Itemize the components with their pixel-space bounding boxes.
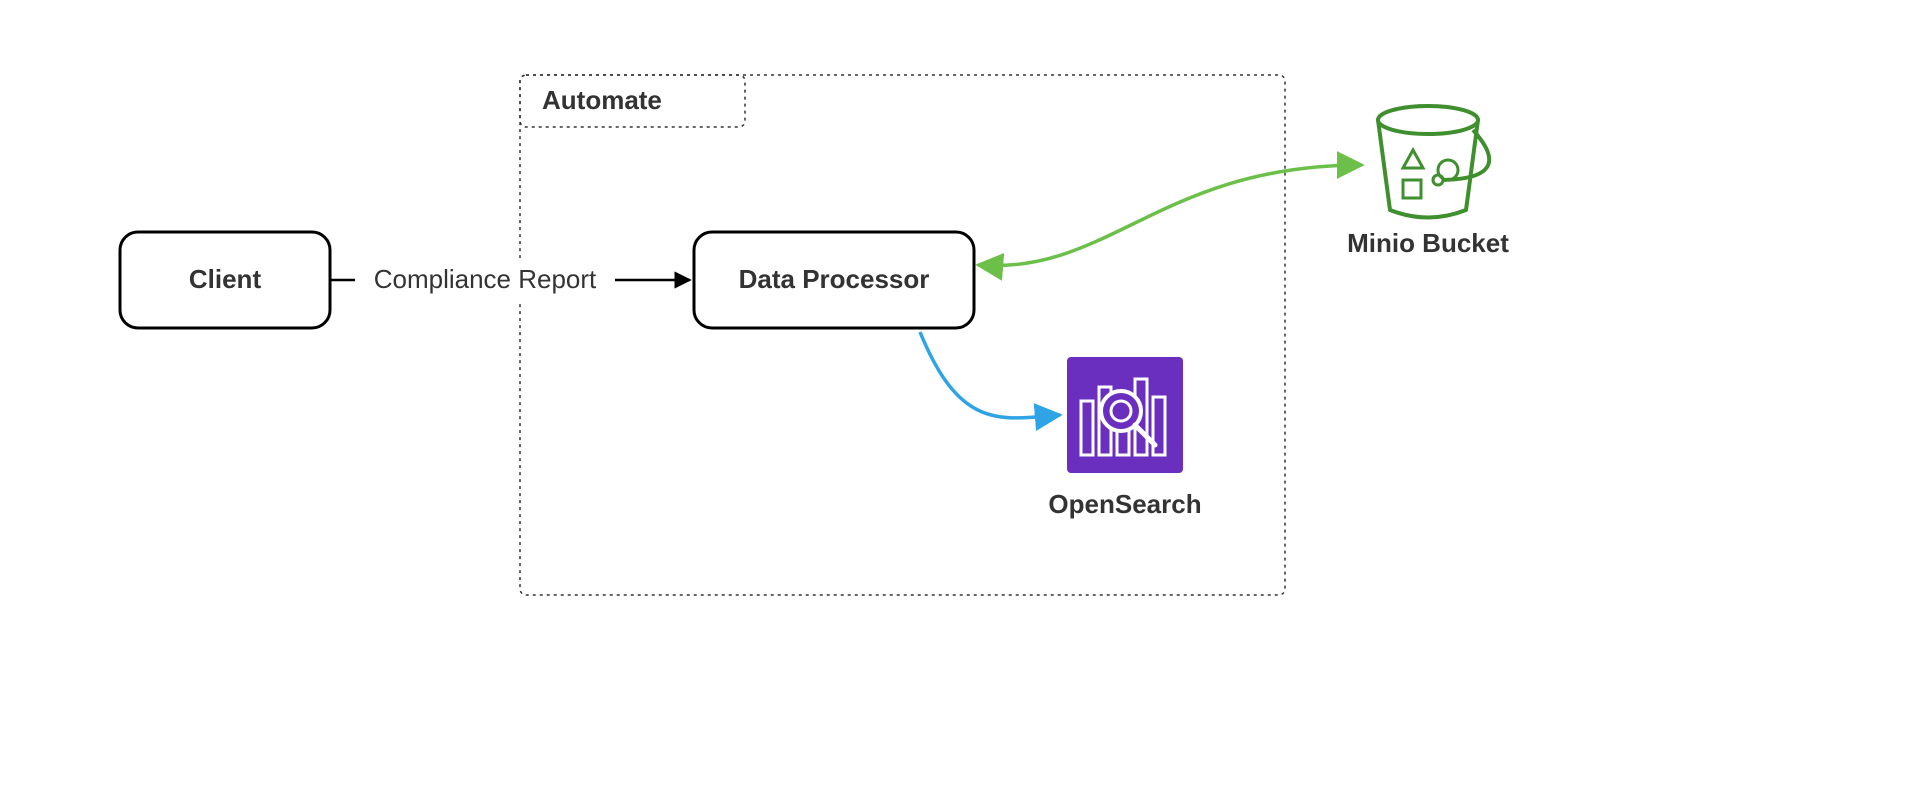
opensearch-label: OpenSearch xyxy=(1048,489,1201,519)
diagram-canvas: Automate Client Data Processor Complianc… xyxy=(0,0,1920,810)
automate-label: Automate xyxy=(542,85,662,115)
data-processor-node: Data Processor xyxy=(694,232,974,328)
edge-compliance-report: Compliance Report xyxy=(330,258,690,302)
minio-node: Minio Bucket xyxy=(1347,106,1509,258)
bucket-icon xyxy=(1378,106,1489,218)
client-node: Client xyxy=(120,232,330,328)
opensearch-node: OpenSearch xyxy=(1048,357,1201,519)
edge-compliance-report-label: Compliance Report xyxy=(374,264,597,294)
minio-label: Minio Bucket xyxy=(1347,228,1509,258)
client-label: Client xyxy=(189,264,262,294)
diagram-stage: Automate Client Data Processor Complianc… xyxy=(0,0,1920,810)
opensearch-icon xyxy=(1067,357,1183,473)
edge-dataprocessor-minio xyxy=(978,165,1362,266)
data-processor-label: Data Processor xyxy=(739,264,930,294)
edge-dataprocessor-opensearch xyxy=(920,332,1060,418)
